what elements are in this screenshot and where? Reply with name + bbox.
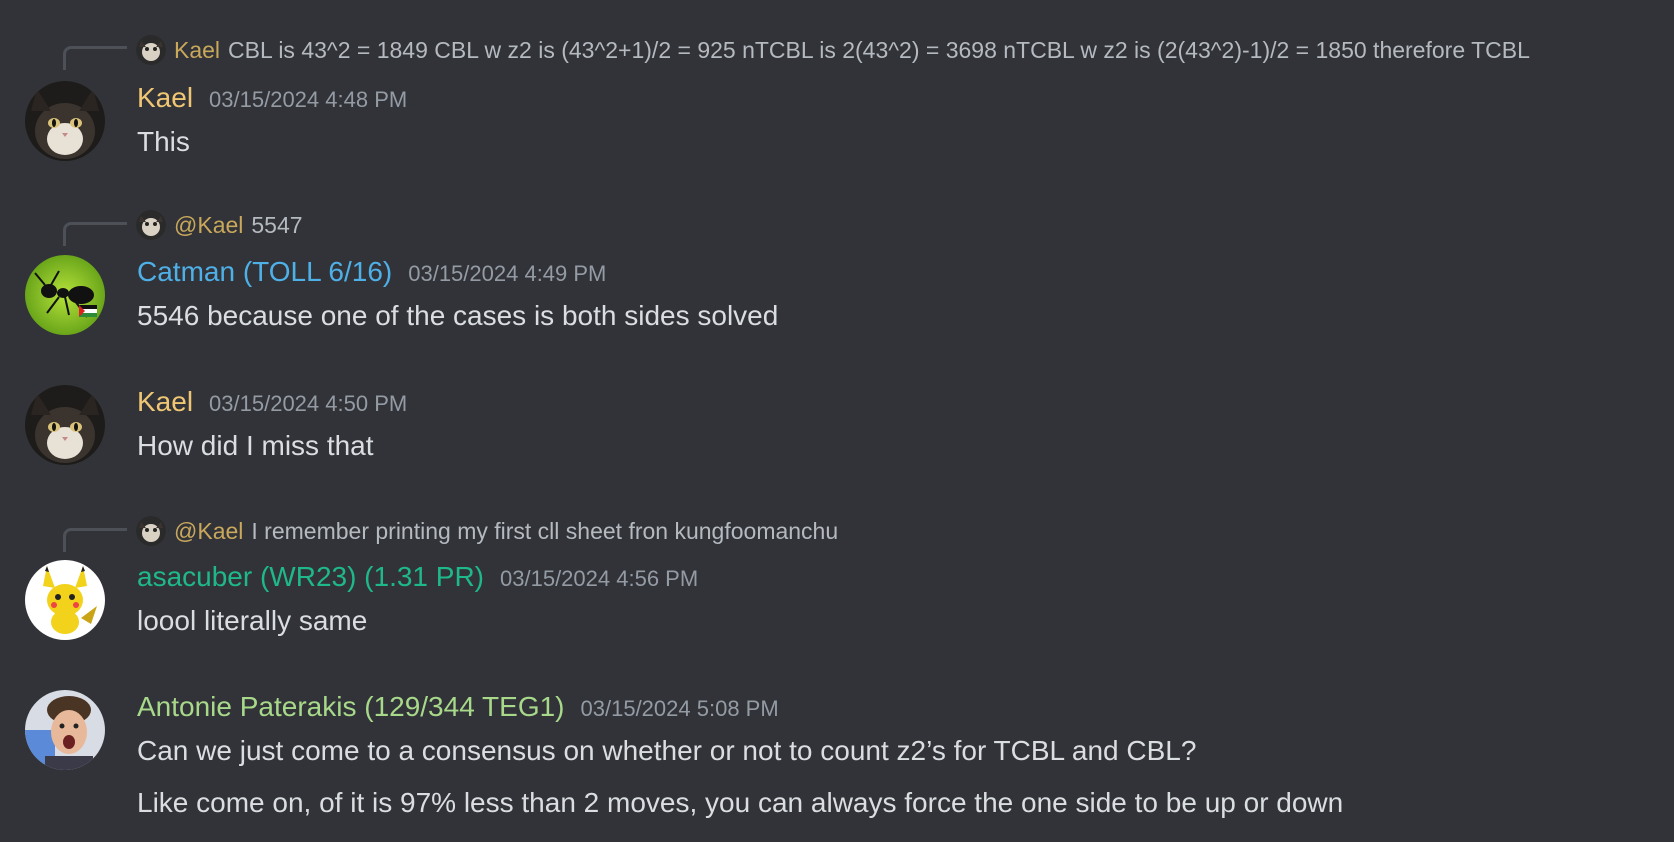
reply-author-name[interactable]: @Kael	[174, 212, 243, 239]
timestamp[interactable]: 03/15/2024 4:56 PM	[500, 566, 698, 592]
cat-avatar-icon[interactable]	[25, 385, 105, 465]
reply-text[interactable]: I remember printing my first cll sheet f…	[251, 518, 838, 545]
reply-connector	[63, 222, 127, 246]
timestamp[interactable]: 03/15/2024 4:49 PM	[408, 261, 606, 287]
message-header: Antonie Paterakis (129/344 TEG1) 03/15/2…	[137, 691, 779, 723]
message-text: loool literally same	[137, 605, 368, 636]
message-header: Catman (TOLL 6/16) 03/15/2024 4:49 PM	[137, 256, 606, 288]
author-name[interactable]: Antonie Paterakis (129/344 TEG1)	[137, 691, 565, 723]
ant-avatar-icon[interactable]	[25, 255, 105, 335]
reply-preview[interactable]: Kael CBL is 43^2 = 1849 CBL w z2 is (43^…	[136, 34, 1646, 66]
message-text: How did I miss that	[137, 430, 374, 461]
reply-text[interactable]: 5547	[251, 212, 302, 239]
message-header: Kael 03/15/2024 4:48 PM	[137, 82, 407, 114]
author-name[interactable]: Catman (TOLL 6/16)	[137, 256, 392, 288]
reply-preview[interactable]: @Kael I remember printing my first cll s…	[136, 515, 1646, 547]
pikachu-avatar-icon[interactable]	[25, 560, 105, 640]
author-name[interactable]: Kael	[137, 386, 193, 418]
reply-author-name[interactable]: @Kael	[174, 518, 243, 545]
message-text: Like come on, of it is 97% less than 2 m…	[137, 787, 1344, 818]
reply-connector	[63, 528, 127, 552]
author-name[interactable]: asacuber (WR23) (1.31 PR)	[137, 561, 484, 593]
timestamp[interactable]: 03/15/2024 5:08 PM	[581, 696, 779, 722]
message-text: 5546 because one of the cases is both si…	[137, 300, 779, 331]
message-header: asacuber (WR23) (1.31 PR) 03/15/2024 4:5…	[137, 561, 698, 593]
reply-text[interactable]: CBL is 43^2 = 1849 CBL w z2 is (43^2+1)/…	[228, 37, 1530, 64]
cat-avatar-icon[interactable]	[25, 81, 105, 161]
reply-preview[interactable]: @Kael 5547	[136, 209, 1646, 241]
cat-avatar-icon	[136, 35, 166, 65]
cat-avatar-icon	[136, 516, 166, 546]
author-name[interactable]: Kael	[137, 82, 193, 114]
message-text: Can we just come to a consensus on wheth…	[137, 735, 1197, 766]
timestamp[interactable]: 03/15/2024 4:50 PM	[209, 391, 407, 417]
reply-connector	[63, 46, 127, 70]
person-avatar-icon[interactable]	[25, 690, 105, 770]
cat-avatar-icon	[136, 210, 166, 240]
chat-message-list: Kael CBL is 43^2 = 1849 CBL w z2 is (43^…	[0, 0, 1674, 842]
timestamp[interactable]: 03/15/2024 4:48 PM	[209, 87, 407, 113]
reply-author-name[interactable]: Kael	[174, 37, 220, 64]
message-header: Kael 03/15/2024 4:50 PM	[137, 386, 407, 418]
message-text: This	[137, 126, 190, 157]
